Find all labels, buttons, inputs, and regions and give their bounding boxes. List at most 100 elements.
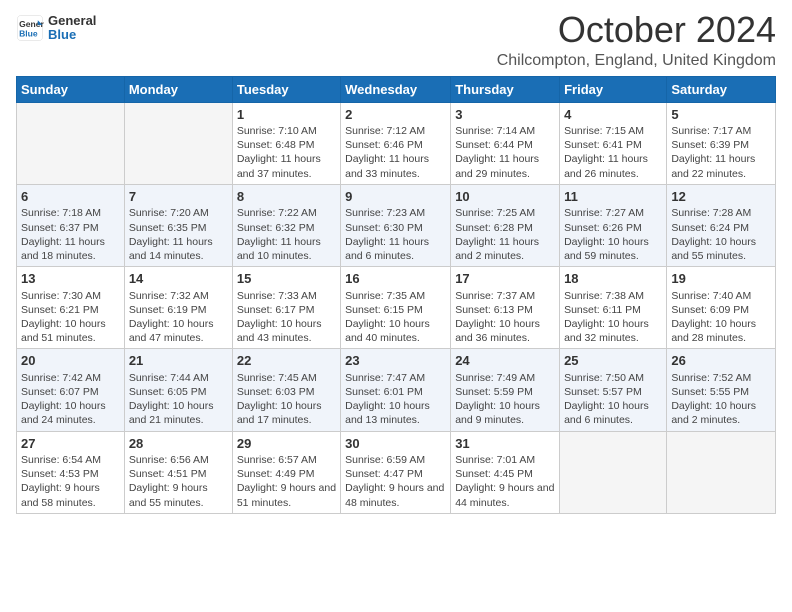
daylight-text: Daylight: 9 hours and 58 minutes.	[21, 481, 120, 509]
sunset-text: Sunset: 4:51 PM	[129, 467, 228, 481]
day-number: 18	[564, 270, 662, 288]
daylight-text: Daylight: 10 hours and 36 minutes.	[455, 317, 555, 345]
weekday-header-row: SundayMondayTuesdayWednesdayThursdayFrid…	[17, 76, 776, 102]
sunrise-text: Sunrise: 6:54 AM	[21, 453, 120, 467]
day-number: 3	[455, 106, 555, 124]
sunrise-text: Sunrise: 7:37 AM	[455, 289, 555, 303]
sunset-text: Sunset: 6:19 PM	[129, 303, 228, 317]
sunrise-text: Sunrise: 7:12 AM	[345, 124, 446, 138]
day-info: Sunrise: 7:38 AMSunset: 6:11 PMDaylight:…	[564, 289, 662, 346]
sunrise-text: Sunrise: 7:47 AM	[345, 371, 446, 385]
sunrise-text: Sunrise: 7:40 AM	[671, 289, 771, 303]
calendar-cell: 21Sunrise: 7:44 AMSunset: 6:05 PMDayligh…	[124, 349, 232, 431]
day-info: Sunrise: 6:59 AMSunset: 4:47 PMDaylight:…	[345, 453, 446, 510]
day-number: 1	[237, 106, 336, 124]
sunrise-text: Sunrise: 7:18 AM	[21, 206, 120, 220]
calendar-cell: 9Sunrise: 7:23 AMSunset: 6:30 PMDaylight…	[341, 184, 451, 266]
sunset-text: Sunset: 6:26 PM	[564, 221, 662, 235]
calendar-cell	[667, 431, 776, 513]
calendar-cell: 13Sunrise: 7:30 AMSunset: 6:21 PMDayligh…	[17, 267, 125, 349]
calendar-cell: 29Sunrise: 6:57 AMSunset: 4:49 PMDayligh…	[232, 431, 340, 513]
day-info: Sunrise: 7:12 AMSunset: 6:46 PMDaylight:…	[345, 124, 446, 181]
calendar-cell: 5Sunrise: 7:17 AMSunset: 6:39 PMDaylight…	[667, 102, 776, 184]
calendar-cell: 4Sunrise: 7:15 AMSunset: 6:41 PMDaylight…	[560, 102, 667, 184]
daylight-text: Daylight: 9 hours and 55 minutes.	[129, 481, 228, 509]
sunrise-text: Sunrise: 7:44 AM	[129, 371, 228, 385]
day-info: Sunrise: 7:47 AMSunset: 6:01 PMDaylight:…	[345, 371, 446, 428]
day-number: 17	[455, 270, 555, 288]
day-info: Sunrise: 6:57 AMSunset: 4:49 PMDaylight:…	[237, 453, 336, 510]
daylight-text: Daylight: 10 hours and 28 minutes.	[671, 317, 771, 345]
calendar-cell: 12Sunrise: 7:28 AMSunset: 6:24 PMDayligh…	[667, 184, 776, 266]
day-number: 29	[237, 435, 336, 453]
calendar-cell: 23Sunrise: 7:47 AMSunset: 6:01 PMDayligh…	[341, 349, 451, 431]
daylight-text: Daylight: 11 hours and 18 minutes.	[21, 235, 120, 263]
daylight-text: Daylight: 11 hours and 2 minutes.	[455, 235, 555, 263]
sunrise-text: Sunrise: 7:28 AM	[671, 206, 771, 220]
calendar-cell: 6Sunrise: 7:18 AMSunset: 6:37 PMDaylight…	[17, 184, 125, 266]
sunrise-text: Sunrise: 7:22 AM	[237, 206, 336, 220]
daylight-text: Daylight: 11 hours and 37 minutes.	[237, 152, 336, 180]
sunset-text: Sunset: 6:24 PM	[671, 221, 771, 235]
daylight-text: Daylight: 10 hours and 13 minutes.	[345, 399, 446, 427]
calendar-cell: 1Sunrise: 7:10 AMSunset: 6:48 PMDaylight…	[232, 102, 340, 184]
daylight-text: Daylight: 10 hours and 2 minutes.	[671, 399, 771, 427]
day-number: 2	[345, 106, 446, 124]
day-number: 13	[21, 270, 120, 288]
day-info: Sunrise: 7:44 AMSunset: 6:05 PMDaylight:…	[129, 371, 228, 428]
calendar-week-3: 13Sunrise: 7:30 AMSunset: 6:21 PMDayligh…	[17, 267, 776, 349]
day-info: Sunrise: 6:54 AMSunset: 4:53 PMDaylight:…	[21, 453, 120, 510]
daylight-text: Daylight: 10 hours and 32 minutes.	[564, 317, 662, 345]
weekday-header-thursday: Thursday	[451, 76, 560, 102]
calendar-cell: 7Sunrise: 7:20 AMSunset: 6:35 PMDaylight…	[124, 184, 232, 266]
day-number: 25	[564, 352, 662, 370]
sunset-text: Sunset: 6:15 PM	[345, 303, 446, 317]
sunrise-text: Sunrise: 7:23 AM	[345, 206, 446, 220]
day-info: Sunrise: 7:17 AMSunset: 6:39 PMDaylight:…	[671, 124, 771, 181]
day-info: Sunrise: 7:22 AMSunset: 6:32 PMDaylight:…	[237, 206, 336, 263]
calendar-cell: 2Sunrise: 7:12 AMSunset: 6:46 PMDaylight…	[341, 102, 451, 184]
calendar-cell: 26Sunrise: 7:52 AMSunset: 5:55 PMDayligh…	[667, 349, 776, 431]
sunset-text: Sunset: 6:35 PM	[129, 221, 228, 235]
sunrise-text: Sunrise: 7:45 AM	[237, 371, 336, 385]
calendar-cell: 11Sunrise: 7:27 AMSunset: 6:26 PMDayligh…	[560, 184, 667, 266]
calendar-cell: 27Sunrise: 6:54 AMSunset: 4:53 PMDayligh…	[17, 431, 125, 513]
day-info: Sunrise: 7:25 AMSunset: 6:28 PMDaylight:…	[455, 206, 555, 263]
sunrise-text: Sunrise: 7:30 AM	[21, 289, 120, 303]
sunset-text: Sunset: 4:45 PM	[455, 467, 555, 481]
day-info: Sunrise: 7:18 AMSunset: 6:37 PMDaylight:…	[21, 206, 120, 263]
sunrise-text: Sunrise: 7:14 AM	[455, 124, 555, 138]
calendar-cell: 10Sunrise: 7:25 AMSunset: 6:28 PMDayligh…	[451, 184, 560, 266]
sunrise-text: Sunrise: 7:17 AM	[671, 124, 771, 138]
sunrise-text: Sunrise: 7:01 AM	[455, 453, 555, 467]
day-info: Sunrise: 7:10 AMSunset: 6:48 PMDaylight:…	[237, 124, 336, 181]
sunrise-text: Sunrise: 7:10 AM	[237, 124, 336, 138]
sunset-text: Sunset: 6:46 PM	[345, 138, 446, 152]
sunrise-text: Sunrise: 7:52 AM	[671, 371, 771, 385]
sunset-text: Sunset: 6:17 PM	[237, 303, 336, 317]
sunset-text: Sunset: 6:11 PM	[564, 303, 662, 317]
calendar-cell: 17Sunrise: 7:37 AMSunset: 6:13 PMDayligh…	[451, 267, 560, 349]
day-number: 22	[237, 352, 336, 370]
sunset-text: Sunset: 6:39 PM	[671, 138, 771, 152]
day-number: 19	[671, 270, 771, 288]
daylight-text: Daylight: 11 hours and 22 minutes.	[671, 152, 771, 180]
logo-blue: Blue	[48, 28, 96, 42]
sunset-text: Sunset: 6:03 PM	[237, 385, 336, 399]
day-number: 5	[671, 106, 771, 124]
sunrise-text: Sunrise: 7:25 AM	[455, 206, 555, 220]
day-info: Sunrise: 7:32 AMSunset: 6:19 PMDaylight:…	[129, 289, 228, 346]
calendar: SundayMondayTuesdayWednesdayThursdayFrid…	[16, 76, 776, 514]
sunset-text: Sunset: 6:01 PM	[345, 385, 446, 399]
daylight-text: Daylight: 11 hours and 33 minutes.	[345, 152, 446, 180]
calendar-cell: 24Sunrise: 7:49 AMSunset: 5:59 PMDayligh…	[451, 349, 560, 431]
calendar-week-2: 6Sunrise: 7:18 AMSunset: 6:37 PMDaylight…	[17, 184, 776, 266]
day-number: 12	[671, 188, 771, 206]
day-number: 16	[345, 270, 446, 288]
weekday-header-saturday: Saturday	[667, 76, 776, 102]
sunset-text: Sunset: 6:44 PM	[455, 138, 555, 152]
sunset-text: Sunset: 6:32 PM	[237, 221, 336, 235]
day-number: 31	[455, 435, 555, 453]
sunset-text: Sunset: 4:47 PM	[345, 467, 446, 481]
day-number: 26	[671, 352, 771, 370]
